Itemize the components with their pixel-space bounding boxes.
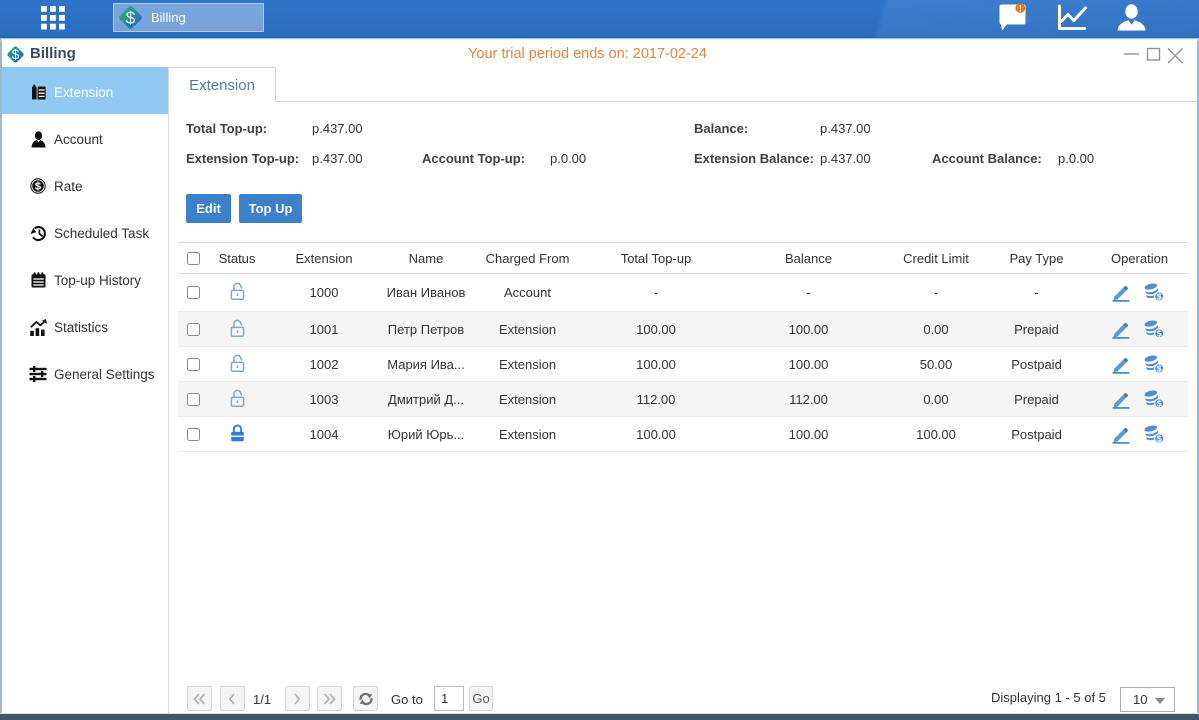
svg-text:$: $ — [1157, 363, 1162, 373]
svg-text:$: $ — [1157, 328, 1162, 338]
svg-text:$: $ — [1157, 398, 1162, 408]
svg-text:$: $ — [1157, 291, 1162, 301]
svg-text:$: $ — [1157, 433, 1162, 443]
svg-text:$: $ — [126, 8, 136, 28]
svg-text:!: ! — [1019, 3, 1022, 13]
